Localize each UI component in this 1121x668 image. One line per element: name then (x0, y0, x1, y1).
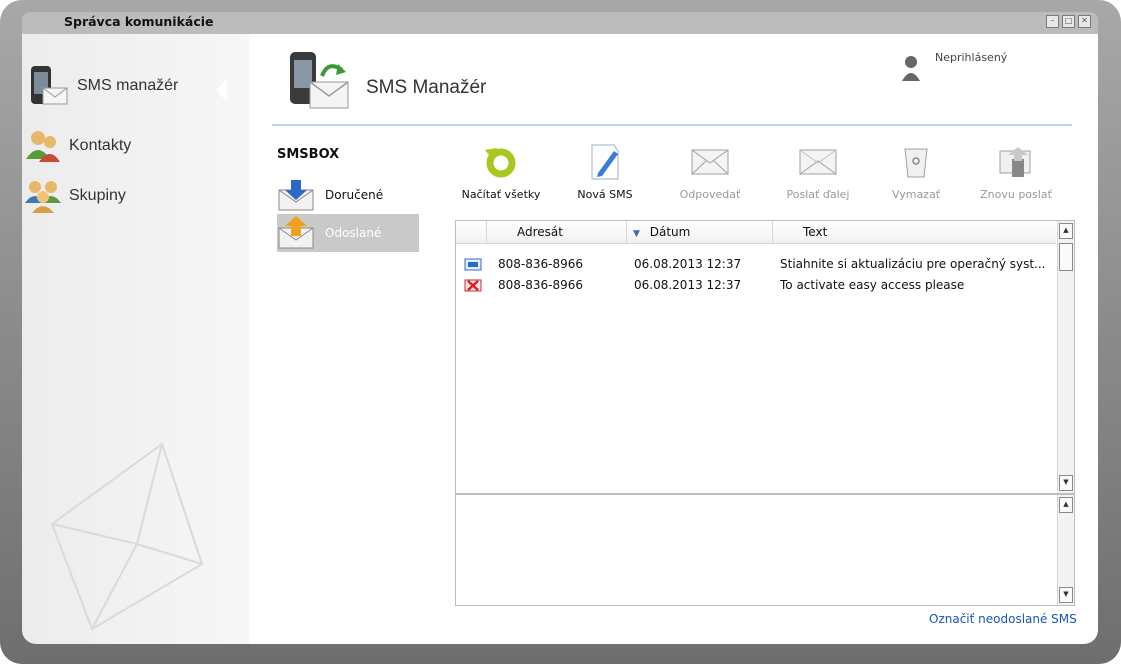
user-status[interactable]: Neprihlásený (901, 51, 1007, 81)
sidebar-item-groups[interactable]: Skupiny (25, 179, 126, 213)
cell-address: 808-836-8966 (498, 257, 584, 271)
sent-ok-icon (464, 258, 482, 271)
sort-desc-icon: ▼ (633, 229, 640, 239)
scroll-up-button[interactable]: ▲ (1059, 497, 1073, 513)
delete-button[interactable]: Vymazať (866, 140, 966, 201)
sms-manager-icon (290, 52, 349, 109)
sent-failed-icon (464, 279, 482, 292)
cell-address: 808-836-8966 (498, 278, 584, 292)
column-header-label: Text (803, 225, 828, 239)
message-preview-pane[interactable]: ▲ ▼ (455, 494, 1075, 606)
cell-date: 06.08.2013 12:37 (634, 278, 742, 292)
contacts-icon (26, 131, 60, 162)
sidebar-item-label: SMS manažér (77, 77, 179, 94)
user-status-label: Neprihlásený (935, 51, 1008, 64)
forward-envelope-icon (799, 149, 837, 175)
reply-envelope-icon (691, 149, 729, 175)
folder-label: Odoslané (325, 226, 382, 240)
column-header-label: Dátum (649, 225, 691, 239)
cell-text: Stiahnite si aktualizáciu pre operačný s… (780, 257, 1046, 271)
window-title: Správca komunikácie (64, 14, 214, 29)
toolbar-label: Vymazať (891, 188, 941, 201)
refresh-icon (485, 148, 516, 178)
maximize-button[interactable]: □ (1062, 15, 1075, 28)
toolbar-label: Znovu poslať (980, 188, 1052, 201)
load-all-button[interactable]: Načítať všetky (451, 140, 551, 201)
scroll-thumb[interactable] (1059, 243, 1073, 271)
scroll-down-button[interactable]: ▼ (1059, 475, 1073, 491)
sidebar (22, 34, 249, 644)
table-scrollbar[interactable]: ▲ ▼ (1057, 221, 1074, 493)
folder-outbox[interactable]: Odoslané (277, 214, 419, 252)
scroll-up-button[interactable]: ▲ (1059, 223, 1073, 239)
column-header-date[interactable]: ▼ Dátum (626, 221, 773, 243)
envelope-watermark-icon (50, 442, 204, 631)
phone-envelope-icon (31, 66, 68, 105)
new-sms-icon (591, 144, 619, 180)
smsbox-title: SMSBOX (277, 147, 340, 162)
sidebar-item-label: Skupiny (69, 187, 126, 204)
table-row[interactable]: 808-836-8966 06.08.2013 12:37 To activat… (456, 278, 1056, 294)
message-table: Adresát ▼ Dátum Text 808-836-8966 06.08.… (455, 220, 1075, 494)
window-controls: – □ ✕ (1046, 15, 1091, 28)
table-header: Adresát ▼ Dátum Text (456, 221, 1056, 244)
toolbar-label: Poslať ďalej (786, 188, 850, 201)
close-button[interactable]: ✕ (1078, 15, 1091, 28)
resend-icon (999, 147, 1031, 177)
trash-icon (904, 148, 928, 178)
inbox-arrow-down-icon (278, 180, 314, 211)
folder-inbox[interactable]: Doručené (277, 176, 419, 214)
toolbar-label: Načítať všetky (461, 188, 541, 201)
sidebar-item-sms-manager[interactable]: SMS manažér (25, 64, 178, 108)
outbox-arrow-up-icon (278, 216, 314, 249)
header-divider (272, 124, 1072, 126)
column-header-label: Adresát (517, 225, 563, 239)
toolbar-label: Nová SMS (577, 188, 633, 201)
sidebar-item-contacts[interactable]: Kontakty (25, 129, 131, 163)
preview-scrollbar[interactable]: ▲ ▼ (1057, 495, 1074, 605)
page-title: SMS Manažér (366, 77, 487, 98)
user-icon (902, 56, 920, 81)
resend-button[interactable]: Znovu poslať (966, 140, 1066, 201)
cell-date: 06.08.2013 12:37 (634, 257, 742, 271)
cell-text: To activate easy access please (780, 278, 965, 292)
column-header-address[interactable]: Adresát (486, 221, 627, 243)
active-nav-pointer (216, 78, 227, 102)
folder-label: Doručené (325, 188, 384, 202)
reply-button[interactable]: Odpovedať (660, 140, 760, 201)
toolbar-label: Odpovedať (679, 188, 741, 201)
minimize-button[interactable]: – (1046, 15, 1059, 28)
groups-icon (25, 181, 61, 213)
scroll-down-button[interactable]: ▼ (1059, 587, 1073, 603)
new-sms-button[interactable]: Nová SMS (555, 140, 655, 201)
mark-unsent-link[interactable]: Označiť neodoslané SMS (929, 612, 1077, 626)
table-row[interactable]: 808-836-8966 06.08.2013 12:37 Stiahnite … (456, 257, 1056, 273)
column-header-text[interactable]: Text (772, 221, 1057, 243)
forward-button[interactable]: Poslať ďalej (768, 140, 868, 201)
sidebar-item-label: Kontakty (69, 137, 132, 154)
